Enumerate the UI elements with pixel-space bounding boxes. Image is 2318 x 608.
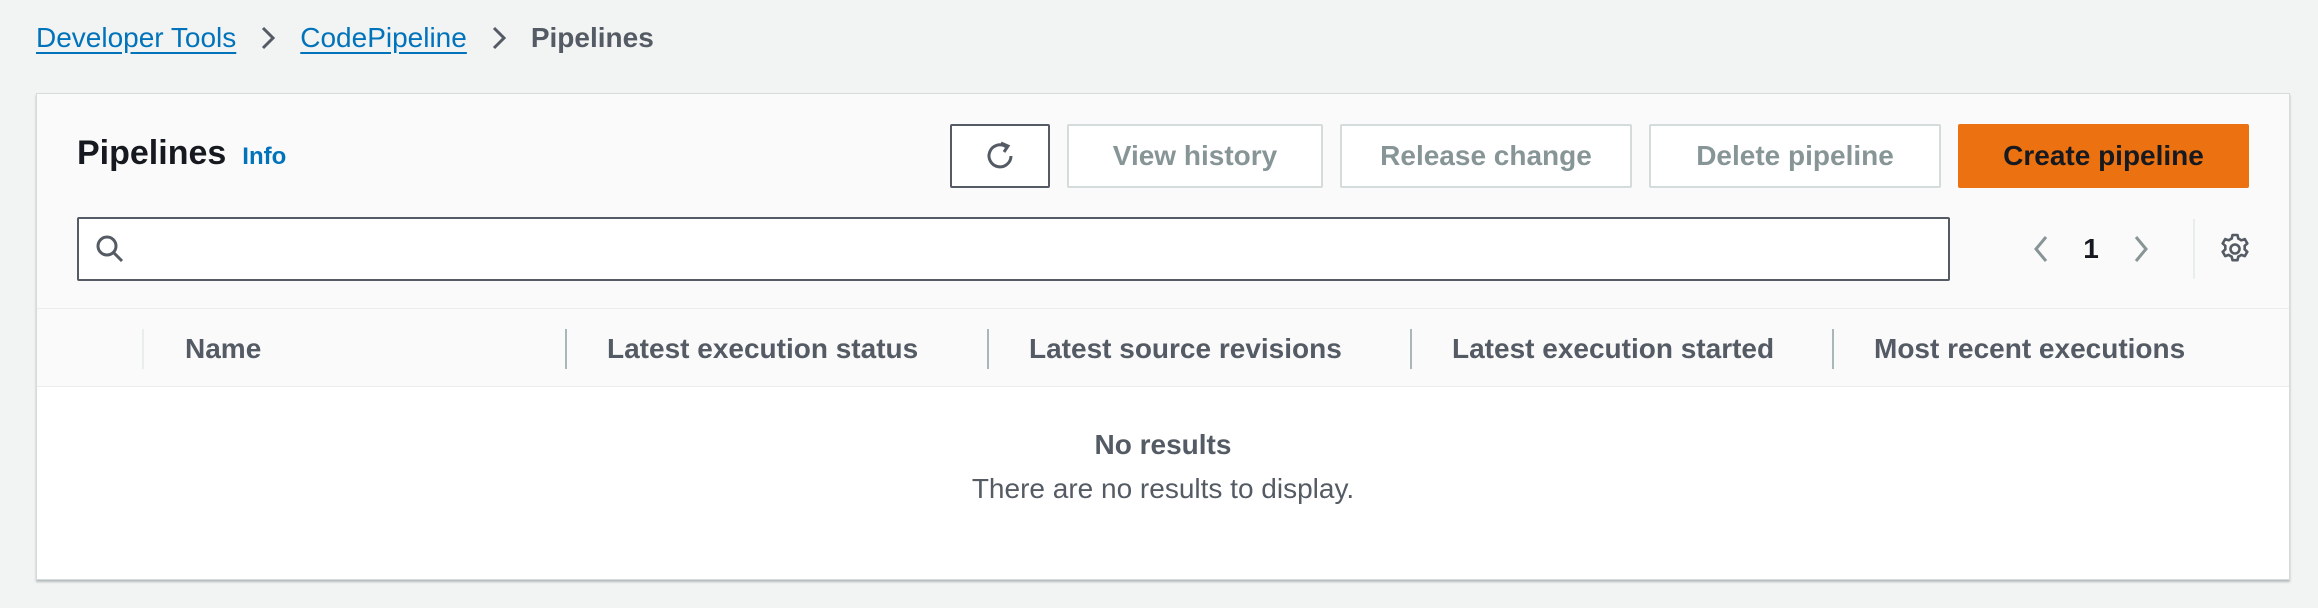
search-field[interactable]: [77, 217, 1950, 281]
empty-state-message: There are no results to display.: [971, 473, 1355, 504]
gear-icon: [2221, 233, 2249, 262]
delete-pipeline-button[interactable]: Delete pipeline: [1649, 124, 1941, 188]
chevron-right-icon: [236, 18, 300, 58]
panel-title-group: Pipelines Info: [77, 134, 286, 173]
breadcrumb: Developer Tools CodePipeline Pipelines: [36, 18, 654, 58]
column-header-latest-execution-started[interactable]: Latest execution started: [1452, 329, 1774, 369]
column-header-latest-source-revisions[interactable]: Latest source revisions: [1029, 329, 1342, 369]
refresh-button[interactable]: [950, 124, 1050, 188]
table-header: Name Latest execution status Latest sour…: [37, 309, 2289, 387]
breadcrumb-codepipeline[interactable]: CodePipeline: [300, 22, 467, 54]
column-header-most-recent-executions[interactable]: Most recent executions: [1874, 329, 2185, 369]
column-header-name[interactable]: Name: [185, 329, 261, 369]
preferences-button[interactable]: [2195, 219, 2275, 279]
previous-page-button[interactable]: [2013, 219, 2069, 279]
column-divider[interactable]: [565, 329, 567, 369]
column-divider[interactable]: [1410, 329, 1412, 369]
column-header-latest-execution-status[interactable]: Latest execution status: [607, 329, 918, 369]
column-divider[interactable]: [1832, 329, 1834, 369]
pagination: 1: [2013, 219, 2275, 279]
column-divider[interactable]: [987, 329, 989, 369]
action-toolbar: View history Release change Delete pipel…: [950, 124, 2249, 188]
chevron-left-icon: [2034, 236, 2048, 262]
search-icon: [79, 219, 141, 279]
empty-state-title: No results: [1094, 429, 1232, 460]
breadcrumb-current: Pipelines: [530, 22, 654, 53]
breadcrumb-developer-tools[interactable]: Developer Tools: [36, 22, 236, 54]
create-pipeline-button[interactable]: Create pipeline: [1958, 124, 2249, 188]
info-link[interactable]: Info: [242, 143, 286, 171]
page-title: Pipelines: [77, 134, 227, 172]
release-change-button[interactable]: Release change: [1340, 124, 1632, 188]
panel-header: Pipelines Info View history Release chan…: [37, 94, 2289, 309]
chevron-right-icon: [2134, 236, 2148, 262]
page-number[interactable]: 1: [2069, 233, 2113, 265]
chevron-right-icon: [467, 18, 531, 58]
search-input[interactable]: [141, 219, 1948, 279]
pipelines-panel: Pipelines Info View history Release chan…: [36, 93, 2290, 580]
refresh-icon: [987, 141, 1013, 169]
column-divider: [142, 329, 144, 369]
next-page-button[interactable]: [2113, 219, 2169, 279]
view-history-button[interactable]: View history: [1067, 124, 1323, 188]
empty-state: No results There are no results to displ…: [37, 387, 2289, 506]
